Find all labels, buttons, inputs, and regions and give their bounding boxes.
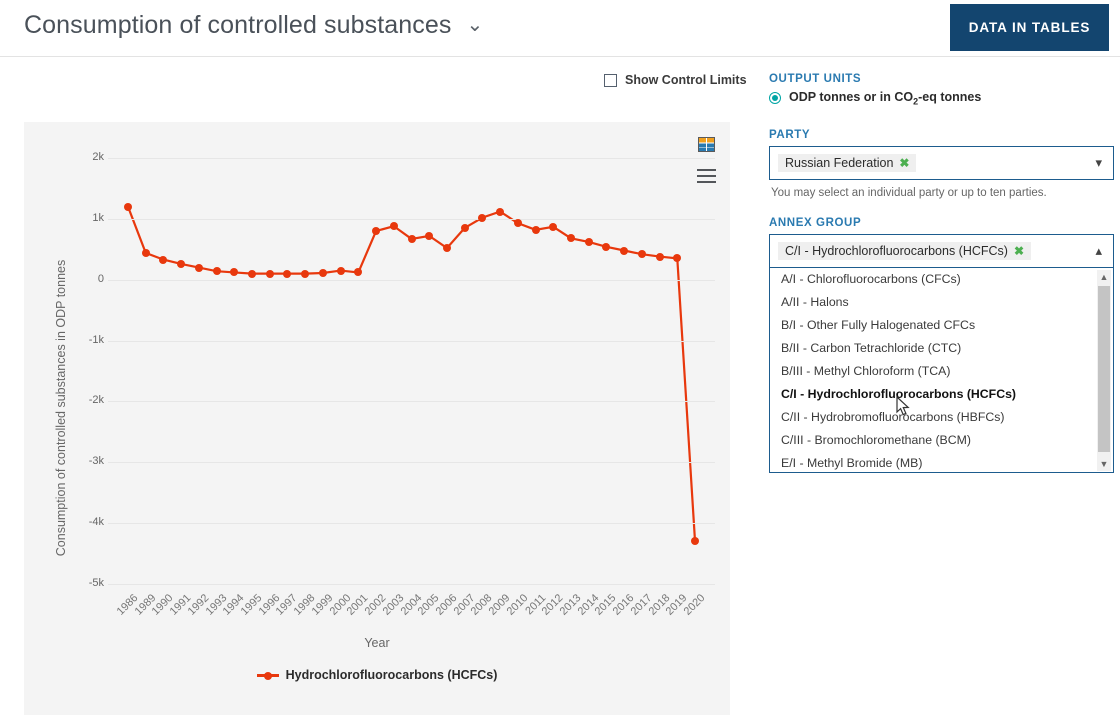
chevron-down-icon[interactable]: ⌄ <box>467 12 484 37</box>
data-point[interactable] <box>194 263 203 272</box>
data-point[interactable] <box>389 222 398 231</box>
scrollbar-thumb[interactable] <box>1098 285 1110 452</box>
y-axis-tick-label: 0 <box>97 272 104 285</box>
party-chip-label: Russian Federation <box>785 155 894 170</box>
legend-label: Hydrochlorofluorocarbons (HCFCs) <box>285 668 498 682</box>
data-point[interactable] <box>460 223 469 232</box>
annex-group-select[interactable]: C/I - Hydrochlorofluorocarbons (HCFCs) ✖… <box>769 233 1114 268</box>
gridline <box>108 401 715 403</box>
party-chip: Russian Federation ✖ <box>778 153 917 172</box>
data-point[interactable] <box>336 266 345 275</box>
chart-legend[interactable]: Hydrochlorofluorocarbons (HCFCs) <box>24 668 730 682</box>
data-in-tables-button[interactable]: DATA IN TABLES <box>950 4 1109 51</box>
data-point[interactable] <box>248 269 257 278</box>
page-title[interactable]: Consumption of controlled substances ⌄ <box>24 11 483 40</box>
show-control-limits-label: Show Control Limits <box>625 73 747 87</box>
data-point[interactable] <box>124 202 132 211</box>
app-root: Consumption of controlled substances ⌄ D… <box>0 0 1120 715</box>
data-point[interactable] <box>177 259 186 268</box>
annex-chip-label: C/I - Hydrochlorofluorocarbons (HCFCs) <box>785 243 1008 258</box>
plot-area: 2k 1k 0 -1k -2k -3k -4k -5k 1986 1989 1990 1991 1992… <box>89 151 715 618</box>
data-point[interactable] <box>496 207 505 216</box>
data-point[interactable] <box>318 269 327 278</box>
annex-option[interactable]: B/III - Methyl Chloroform (TCA) <box>770 360 1113 383</box>
data-point[interactable] <box>513 219 522 228</box>
gridline <box>108 340 715 342</box>
annex-option[interactable]: A/I - Chlorofluorocarbons (CFCs) <box>770 268 1113 291</box>
scroll-down-icon[interactable]: ▼ <box>1097 457 1111 471</box>
output-units-option-label: ODP tonnes or in CO2-eq tonnes <box>789 90 982 107</box>
page-title-text: Consumption of controlled substances <box>24 11 452 39</box>
scroll-up-icon[interactable]: ▲ <box>1097 270 1111 284</box>
y-axis-tick-label: -5k <box>88 577 104 589</box>
radio-selected-icon[interactable] <box>769 92 781 105</box>
annex-option[interactable]: A/II - Halons <box>770 291 1113 314</box>
remove-party-icon[interactable]: ✖ <box>899 156 909 170</box>
annex-option[interactable]: C/III - Bromochloromethane (BCM) <box>770 429 1113 452</box>
gridline <box>108 523 715 525</box>
y-axis-tick-label: -2k <box>88 394 104 407</box>
legend-marker-icon <box>256 670 279 680</box>
output-units-radio[interactable]: ODP tonnes or in CO2-eq tonnes <box>769 90 1114 107</box>
y-axis-tick-label: 1k <box>92 211 104 224</box>
y-axis-tick-label: -1k <box>88 333 104 346</box>
annex-option[interactable]: B/II - Carbon Tetrachloride (CTC) <box>770 337 1113 360</box>
data-point[interactable] <box>637 250 646 259</box>
chart-panel: Consumption of controlled substances in … <box>24 122 730 715</box>
data-point[interactable] <box>584 237 593 246</box>
party-select[interactable]: Russian Federation ✖ ▾ <box>769 145 1114 180</box>
gridline <box>108 584 715 585</box>
data-point[interactable] <box>620 246 629 255</box>
y-axis-title: Consumption of controlled substances in … <box>54 259 68 557</box>
y-axis-tick-label: -4k <box>88 516 104 529</box>
data-point[interactable] <box>691 536 699 545</box>
chevron-up-icon[interactable]: ▴ <box>1095 243 1102 259</box>
annex-option[interactable]: B/I - Other Fully Halogenated CFCs <box>770 314 1113 337</box>
annex-chip: C/I - Hydrochlorofluorocarbons (HCFCs) ✖ <box>778 241 1032 260</box>
gridline <box>108 462 715 464</box>
gridline <box>108 158 715 159</box>
annex-option[interactable]: C/II - Hydrobromofluorocarbons (HBFCs) <box>770 406 1113 429</box>
dropdown-scrollbar[interactable]: ▲ ▼ <box>1097 269 1111 471</box>
annex-option[interactable]: E/I - Methyl Bromide (MB) <box>770 452 1113 472</box>
data-point[interactable] <box>655 252 664 261</box>
annex-group-label: ANNEX GROUP <box>769 216 862 229</box>
data-point[interactable] <box>265 269 274 278</box>
data-point[interactable] <box>442 244 451 253</box>
data-point[interactable] <box>531 225 540 234</box>
controls-panel: OUTPUT UNITS ODP tonnes or in CO2-eq ton… <box>769 73 1114 473</box>
data-point[interactable] <box>141 248 150 257</box>
y-axis-tick-label: -3k <box>88 455 104 468</box>
data-point[interactable] <box>549 222 558 231</box>
show-control-limits-checkbox[interactable]: Show Control Limits <box>604 73 747 87</box>
data-point[interactable] <box>301 269 310 278</box>
annex-group-option-list[interactable]: ▲ ▼ A/I - Chlorofluorocarbons (CFCs) A/II… <box>769 267 1114 473</box>
output-units-label: OUTPUT UNITS <box>769 73 862 85</box>
gridline <box>108 279 715 281</box>
annex-group-dropdown: C/I - Hydrochlorofluorocarbons (HCFCs) ✖… <box>769 233 1114 473</box>
checkbox-box-icon[interactable] <box>604 73 617 87</box>
page-header: Consumption of controlled substances ⌄ D… <box>0 0 1120 57</box>
data-point[interactable] <box>407 234 416 243</box>
data-point[interactable] <box>478 213 487 222</box>
annex-option[interactable]: C/I - Hydrochlorofluorocarbons (HCFCs) <box>770 383 1113 406</box>
series-line <box>126 206 697 541</box>
gridline <box>108 218 715 220</box>
party-hint: You may select an individual party or up… <box>771 186 1047 199</box>
data-point[interactable] <box>212 267 221 276</box>
chevron-down-icon[interactable]: ▾ <box>1095 155 1102 171</box>
remove-annex-icon[interactable]: ✖ <box>1014 244 1024 258</box>
party-label: PARTY <box>769 128 811 141</box>
table-grid-icon[interactable] <box>694 132 718 156</box>
y-axis-tick-label: 2k <box>92 151 104 163</box>
